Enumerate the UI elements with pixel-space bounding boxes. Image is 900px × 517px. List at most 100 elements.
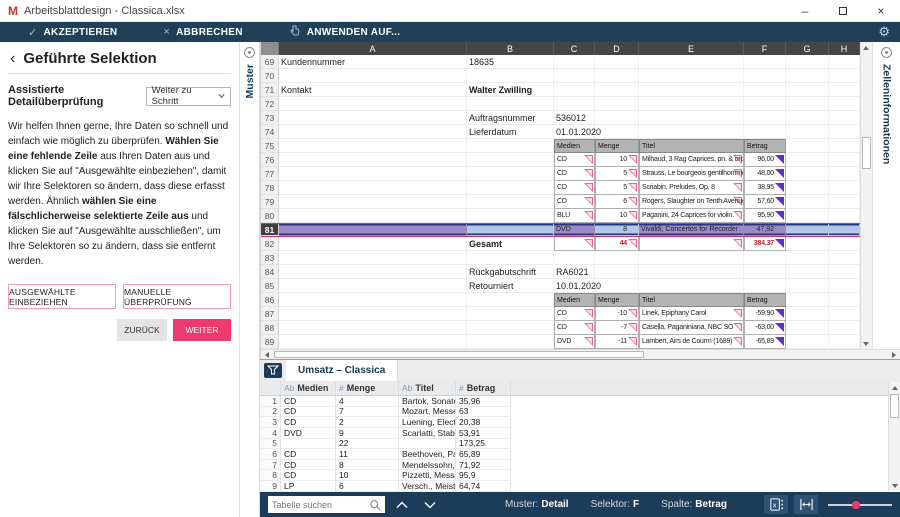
grid-cell-H79[interactable] xyxy=(829,195,860,209)
table-row-number[interactable]: 4 xyxy=(260,428,281,439)
table-cell[interactable]: DVD xyxy=(281,428,336,439)
grid-cell-A71[interactable]: Kontakt xyxy=(279,83,467,97)
grid-cell-E82[interactable] xyxy=(639,237,744,251)
table-row[interactable]: 9LP6Versch., Meisterwerk...64,74 xyxy=(260,481,900,492)
grid-cell-H86[interactable] xyxy=(829,293,860,307)
grid-cell-H83[interactable] xyxy=(829,251,860,265)
table-cell[interactable]: 4 xyxy=(336,396,399,407)
grid-cell-G70[interactable] xyxy=(786,69,829,83)
grid-cell-F70[interactable] xyxy=(744,69,786,83)
back-button[interactable]: ZURÜCK xyxy=(117,319,167,341)
grid-cell-H73[interactable] xyxy=(829,111,860,125)
grid-cell-G76[interactable] xyxy=(786,153,829,167)
grid-row[interactable]: 86MedienMengeTitelBetrag xyxy=(261,293,860,307)
grid-row[interactable]: 89DVD-11Lambert, Airs de Courm (1689)-65… xyxy=(261,335,860,349)
selector-flag-pink-icon[interactable] xyxy=(628,309,637,318)
grid-cell-C79[interactable]: CD xyxy=(554,195,595,209)
grid-cell-F79[interactable]: 57,60 xyxy=(744,195,786,209)
grid-cell-C87[interactable]: CD xyxy=(554,307,595,321)
selector-flag-pink-icon[interactable] xyxy=(733,309,742,318)
grid-cell-G80[interactable] xyxy=(786,209,829,223)
table-cell[interactable]: Bartok, Sonate für So... xyxy=(399,396,456,407)
grid-cell-E70[interactable] xyxy=(639,69,744,83)
accept-button[interactable]: ✓ AKZEPTIEREN xyxy=(28,26,117,39)
scroll-down-icon[interactable] xyxy=(861,338,872,349)
grid-cell-D77[interactable]: 5 xyxy=(595,167,639,181)
row-header[interactable]: 83 xyxy=(261,251,279,265)
grid-cell-B88[interactable] xyxy=(467,321,554,335)
selector-flag-pink-icon[interactable] xyxy=(584,309,593,318)
grid-cell-C80[interactable]: BLU xyxy=(554,209,595,223)
row-header[interactable]: 72 xyxy=(261,97,279,111)
step-dropdown[interactable]: Weiter zu Schritt xyxy=(146,87,231,106)
grid-cell-E79[interactable]: Rogers, Slaughter on Tenth Avenue xyxy=(639,195,744,209)
grid-cell-F84[interactable] xyxy=(744,265,786,279)
tab-muster[interactable]: Muster xyxy=(244,64,256,98)
row-header[interactable]: 89 xyxy=(261,335,279,349)
selector-flag-pink-icon[interactable] xyxy=(733,239,742,248)
grid-cell-F71[interactable] xyxy=(744,83,786,97)
grid-horizontal-scrollbar[interactable] xyxy=(261,349,900,359)
grid-cell-C71[interactable] xyxy=(554,83,595,97)
grid-cell-D83[interactable] xyxy=(595,251,639,265)
grid-cell-B83[interactable] xyxy=(467,251,554,265)
table-cell[interactable]: 22 xyxy=(336,439,399,450)
grid-corner-cell[interactable] xyxy=(261,42,279,55)
grid-row[interactable]: 73Auftragsnummer536012 xyxy=(261,111,860,125)
grid-cell-E85[interactable] xyxy=(639,279,744,293)
column-header-G[interactable]: G xyxy=(786,42,829,55)
grid-cell-E75[interactable]: Titel xyxy=(639,139,744,153)
table-row-number[interactable]: 2 xyxy=(260,407,281,418)
grid-cell-B76[interactable] xyxy=(467,153,554,167)
grid-cell-D78[interactable]: 5 xyxy=(595,181,639,195)
grid-cell-D88[interactable]: -7 xyxy=(595,321,639,335)
grid-row[interactable]: 69Kundennummer18635 xyxy=(261,55,860,69)
scroll-left-icon[interactable] xyxy=(261,350,273,359)
table-cell[interactable]: Luening, Electronic M... xyxy=(399,417,456,428)
grid-cell-C89[interactable]: DVD xyxy=(554,335,595,349)
tab-zelleninformationen[interactable]: Zelleninformationen xyxy=(880,64,892,164)
grid-cell-C81[interactable]: DVD xyxy=(554,224,595,236)
row-header[interactable]: 76 xyxy=(261,153,279,167)
grid-cell-B80[interactable] xyxy=(467,209,554,223)
grid-cell-H76[interactable] xyxy=(829,153,860,167)
table-cell[interactable]: CD xyxy=(281,460,336,471)
grid-cell-D79[interactable]: 6 xyxy=(595,195,639,209)
grid-cell-C82[interactable] xyxy=(554,237,595,251)
selector-flag-purple-icon[interactable] xyxy=(775,183,784,192)
grid-cell-F72[interactable] xyxy=(744,97,786,111)
grid-cell-F83[interactable] xyxy=(744,251,786,265)
table-cell[interactable]: Scarlatti, Stabat Mater xyxy=(399,428,456,439)
grid-row[interactable]: 88CD-7Casella, Paganiniana, NBC SO-63,00 xyxy=(261,321,860,335)
selector-flag-pink-icon[interactable] xyxy=(628,169,637,178)
table-cell[interactable]: 11 xyxy=(336,449,399,460)
grid-cell-H85[interactable] xyxy=(829,279,860,293)
row-header[interactable]: 87 xyxy=(261,307,279,321)
search-next-button[interactable] xyxy=(419,496,441,513)
grid-cell-C78[interactable]: CD xyxy=(554,181,595,195)
grid-cell-B87[interactable] xyxy=(467,307,554,321)
grid-cell-G89[interactable] xyxy=(786,335,829,349)
selector-flag-pink-icon[interactable] xyxy=(733,323,742,332)
grid-cell-F86[interactable]: Betrag xyxy=(744,293,786,307)
row-header[interactable]: 79 xyxy=(261,195,279,209)
grid-cell-C88[interactable]: CD xyxy=(554,321,595,335)
grid-cell-B85[interactable]: Retourniert xyxy=(467,279,554,293)
grid-cell-E81[interactable]: Vivaldi, Concertos for Recorder xyxy=(639,224,744,236)
selector-flag-pink-icon[interactable] xyxy=(628,337,637,346)
table-row[interactable]: 6CD11Beethoven, Pathetiqu...65,89 xyxy=(260,449,900,460)
selector-flag-pink-icon[interactable] xyxy=(628,323,637,332)
table-cell[interactable]: Mendelssohn, War M... xyxy=(399,460,456,471)
grid-row[interactable]: 87CD-10Linek, Epiphany Carol-59,90 xyxy=(261,307,860,321)
table-row-number[interactable]: 5 xyxy=(260,439,281,450)
column-header-E[interactable]: E xyxy=(639,42,744,55)
grid-cell-A82[interactable] xyxy=(279,237,467,251)
grid-row[interactable]: 83 xyxy=(261,251,860,265)
column-header-D[interactable]: D xyxy=(595,42,639,55)
table-search-box[interactable] xyxy=(268,496,385,513)
grid-cell-C83[interactable] xyxy=(554,251,595,265)
grid-cell-H88[interactable] xyxy=(829,321,860,335)
table-cell[interactable]: Beethoven, Pathetiqu... xyxy=(399,449,456,460)
grid-cell-F85[interactable] xyxy=(744,279,786,293)
selector-flag-purple-icon[interactable] xyxy=(775,337,784,346)
